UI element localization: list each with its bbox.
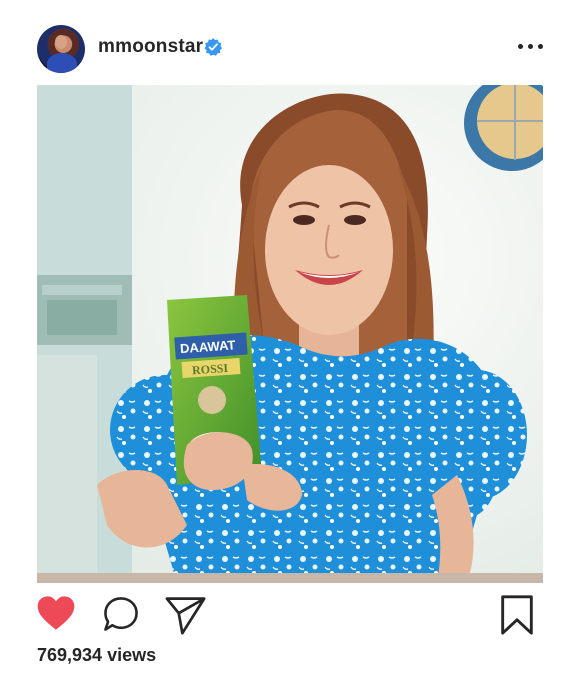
post-image[interactable]: DAAWAT ROSSI: [37, 85, 543, 583]
comment-icon[interactable]: [102, 595, 140, 633]
bag-product-text: ROSSI: [192, 361, 229, 378]
avatar-dress: [47, 53, 77, 73]
avatar-face: [55, 35, 67, 49]
bookmark-icon[interactable]: [498, 594, 536, 636]
profile-avatar[interactable]: [37, 25, 85, 73]
views-count: 769,934 views: [37, 645, 156, 666]
share-icon[interactable]: [164, 595, 208, 635]
views-label: views: [107, 645, 157, 665]
post-actions: [0, 590, 580, 640]
views-number: 769,934: [37, 645, 103, 665]
post-photo: DAAWAT ROSSI: [37, 85, 543, 583]
verified-badge-icon: [204, 38, 222, 56]
heart-icon[interactable]: [36, 594, 76, 632]
more-options-icon[interactable]: [518, 42, 544, 52]
post-header: mmoonstar: [0, 0, 580, 90]
username-link[interactable]: mmoonstar: [98, 36, 203, 58]
